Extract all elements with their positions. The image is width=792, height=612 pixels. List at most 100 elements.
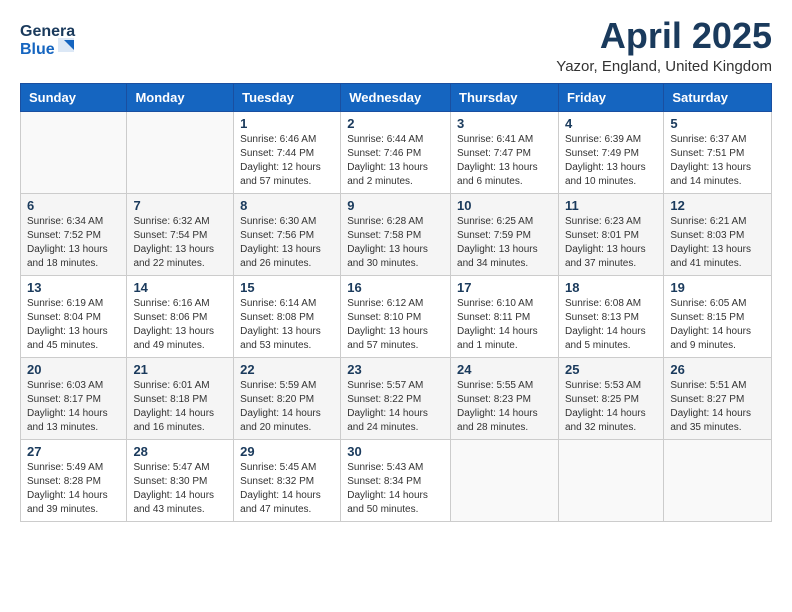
calendar-row: 27 Sunrise: 5:49 AMSunset: 8:28 PMDayligh… <box>21 439 772 521</box>
day-info: Sunrise: 6:03 AMSunset: 8:17 PMDaylight:… <box>27 379 120 435</box>
table-row: 12Sunrise: 6:21 AMSunset: 8:03 PMDayligh… <box>664 193 772 275</box>
day-info: Sunrise: 6:44 AMSunset: 7:46 PMDaylight:… <box>347 133 444 189</box>
day-info: Sunrise: 6:37 AMSunset: 7:51 PMDaylight:… <box>670 133 765 189</box>
day-number: 18 <box>565 280 657 295</box>
day-info: Sunrise: 6:41 AMSunset: 7:47 PMDaylight:… <box>457 133 552 189</box>
day-number: 29 <box>240 444 334 459</box>
day-number: 16 <box>347 280 444 295</box>
table-row: 6 Sunrise: 6:34 AMSunset: 7:52 PMDaylight… <box>21 193 127 275</box>
table-row <box>21 111 127 193</box>
table-row: 4 Sunrise: 6:39 AMSunset: 7:49 PMDaylight… <box>558 111 663 193</box>
table-row: 17 Sunrise: 6:10 AMSunset: 8:11 PMDayligh… <box>451 275 559 357</box>
day-number: 11 <box>565 198 657 213</box>
col-tuesday: Tuesday <box>234 83 341 111</box>
table-row: 20 Sunrise: 6:03 AMSunset: 8:17 PMDayligh… <box>21 357 127 439</box>
day-info: Sunrise: 5:49 AMSunset: 8:28 PMDaylight:… <box>27 461 120 517</box>
day-number: 10 <box>457 198 552 213</box>
table-row: 18 Sunrise: 6:08 AMSunset: 8:13 PMDayligh… <box>558 275 663 357</box>
day-info: Sunrise: 6:25 AMSunset: 7:59 PMDaylight:… <box>457 215 552 271</box>
day-number: 7 <box>133 198 227 213</box>
day-number: 20 <box>27 362 120 377</box>
day-info: Sunrise: 6:21 AMSunset: 8:03 PMDaylight:… <box>670 215 765 271</box>
table-row: 22 Sunrise: 5:59 AMSunset: 8:20 PMDayligh… <box>234 357 341 439</box>
table-row: 1Sunrise: 6:46 AMSunset: 7:44 PMDaylight… <box>234 111 341 193</box>
day-info: Sunrise: 6:01 AMSunset: 8:18 PMDaylight:… <box>133 379 227 435</box>
day-info: Sunrise: 6:39 AMSunset: 7:49 PMDaylight:… <box>565 133 657 189</box>
table-row: 13 Sunrise: 6:19 AMSunset: 8:04 PMDayligh… <box>21 275 127 357</box>
calendar-header-row: Sunday Monday Tuesday Wednesday Thursday… <box>21 83 772 111</box>
day-number: 24 <box>457 362 552 377</box>
day-info: Sunrise: 6:23 AMSunset: 8:01 PMDaylight:… <box>565 215 657 271</box>
day-info: Sunrise: 6:10 AMSunset: 8:11 PMDaylight:… <box>457 297 552 353</box>
table-row: 28 Sunrise: 5:47 AMSunset: 8:30 PMDayligh… <box>127 439 234 521</box>
calendar-row: 6 Sunrise: 6:34 AMSunset: 7:52 PMDaylight… <box>21 193 772 275</box>
day-number: 17 <box>457 280 552 295</box>
day-info: Sunrise: 6:34 AMSunset: 7:52 PMDaylight:… <box>27 215 120 271</box>
table-row <box>127 111 234 193</box>
table-row: 10 Sunrise: 6:25 AMSunset: 7:59 PMDayligh… <box>451 193 559 275</box>
table-row: 11 Sunrise: 6:23 AMSunset: 8:01 PMDayligh… <box>558 193 663 275</box>
day-number: 26 <box>670 362 765 377</box>
table-row: 14Sunrise: 6:16 AMSunset: 8:06 PMDayligh… <box>127 275 234 357</box>
day-number: 6 <box>27 198 120 213</box>
day-info: Sunrise: 6:05 AMSunset: 8:15 PMDaylight:… <box>670 297 765 353</box>
day-info: Sunrise: 5:53 AMSunset: 8:25 PMDaylight:… <box>565 379 657 435</box>
header: General Blue April 2025 Yazor, England, … <box>20 16 772 75</box>
table-row: 27 Sunrise: 5:49 AMSunset: 8:28 PMDayligh… <box>21 439 127 521</box>
day-info: Sunrise: 6:12 AMSunset: 8:10 PMDaylight:… <box>347 297 444 353</box>
calendar-row: 13 Sunrise: 6:19 AMSunset: 8:04 PMDayligh… <box>21 275 772 357</box>
location: Yazor, England, United Kingdom <box>556 58 772 75</box>
table-row: 15 Sunrise: 6:14 AMSunset: 8:08 PMDayligh… <box>234 275 341 357</box>
col-friday: Friday <box>558 83 663 111</box>
day-number: 13 <box>27 280 120 295</box>
day-info: Sunrise: 5:59 AMSunset: 8:20 PMDaylight:… <box>240 379 334 435</box>
day-info: Sunrise: 6:28 AMSunset: 7:58 PMDaylight:… <box>347 215 444 271</box>
day-info: Sunrise: 6:08 AMSunset: 8:13 PMDaylight:… <box>565 297 657 353</box>
day-number: 4 <box>565 116 657 131</box>
day-number: 8 <box>240 198 334 213</box>
table-row: 5Sunrise: 6:37 AMSunset: 7:51 PMDaylight… <box>664 111 772 193</box>
calendar-row: 20 Sunrise: 6:03 AMSunset: 8:17 PMDayligh… <box>21 357 772 439</box>
table-row: 19 Sunrise: 6:05 AMSunset: 8:15 PMDayligh… <box>664 275 772 357</box>
day-number: 21 <box>133 362 227 377</box>
day-info: Sunrise: 6:30 AMSunset: 7:56 PMDaylight:… <box>240 215 334 271</box>
day-number: 25 <box>565 362 657 377</box>
logo: General Blue <box>20 16 78 60</box>
day-info: Sunrise: 6:14 AMSunset: 8:08 PMDaylight:… <box>240 297 334 353</box>
day-number: 3 <box>457 116 552 131</box>
day-number: 30 <box>347 444 444 459</box>
col-monday: Monday <box>127 83 234 111</box>
table-row: 3 Sunrise: 6:41 AMSunset: 7:47 PMDaylight… <box>451 111 559 193</box>
day-number: 27 <box>27 444 120 459</box>
page: General Blue April 2025 Yazor, England, … <box>0 0 792 612</box>
day-number: 15 <box>240 280 334 295</box>
table-row: 24 Sunrise: 5:55 AMSunset: 8:23 PMDayligh… <box>451 357 559 439</box>
day-number: 14 <box>133 280 227 295</box>
table-row: 29 Sunrise: 5:45 AMSunset: 8:32 PMDayligh… <box>234 439 341 521</box>
svg-text:Blue: Blue <box>20 41 55 58</box>
table-row: 21 Sunrise: 6:01 AMSunset: 8:18 PMDayligh… <box>127 357 234 439</box>
svg-text:General: General <box>20 23 76 40</box>
day-info: Sunrise: 5:51 AMSunset: 8:27 PMDaylight:… <box>670 379 765 435</box>
day-info: Sunrise: 5:47 AMSunset: 8:30 PMDaylight:… <box>133 461 227 517</box>
day-number: 2 <box>347 116 444 131</box>
day-number: 28 <box>133 444 227 459</box>
col-thursday: Thursday <box>451 83 559 111</box>
calendar-table: Sunday Monday Tuesday Wednesday Thursday… <box>20 83 772 522</box>
day-info: Sunrise: 5:43 AMSunset: 8:34 PMDaylight:… <box>347 461 444 517</box>
table-row <box>664 439 772 521</box>
month-title: April 2025 <box>556 16 772 56</box>
logo-icon: General Blue <box>20 16 76 60</box>
day-info: Sunrise: 5:45 AMSunset: 8:32 PMDaylight:… <box>240 461 334 517</box>
day-number: 19 <box>670 280 765 295</box>
col-sunday: Sunday <box>21 83 127 111</box>
day-info: Sunrise: 5:55 AMSunset: 8:23 PMDaylight:… <box>457 379 552 435</box>
table-row: 23Sunrise: 5:57 AMSunset: 8:22 PMDayligh… <box>341 357 451 439</box>
day-info: Sunrise: 5:57 AMSunset: 8:22 PMDaylight:… <box>347 379 444 435</box>
day-number: 22 <box>240 362 334 377</box>
day-info: Sunrise: 6:46 AMSunset: 7:44 PMDaylight:… <box>240 133 334 189</box>
day-info: Sunrise: 6:19 AMSunset: 8:04 PMDaylight:… <box>27 297 120 353</box>
table-row: 9Sunrise: 6:28 AMSunset: 7:58 PMDaylight… <box>341 193 451 275</box>
day-info: Sunrise: 6:32 AMSunset: 7:54 PMDaylight:… <box>133 215 227 271</box>
table-row: 8 Sunrise: 6:30 AMSunset: 7:56 PMDaylight… <box>234 193 341 275</box>
